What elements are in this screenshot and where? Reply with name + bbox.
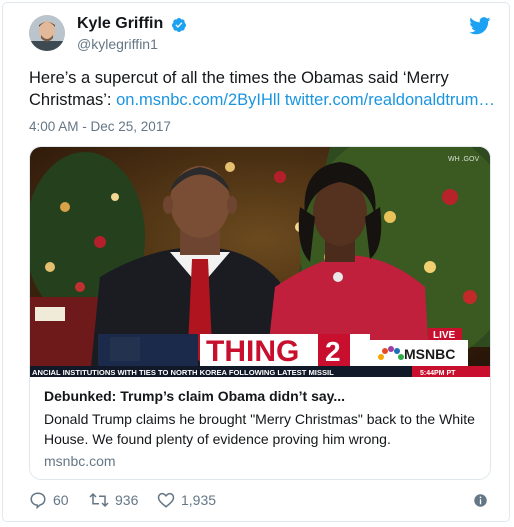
reply-count: 60 (53, 492, 69, 508)
info-icon[interactable] (473, 493, 488, 508)
user-handle[interactable]: @kylegriffin1 (77, 36, 158, 52)
live-badge: LIVE (433, 330, 456, 341)
retweet-button[interactable]: 936 (89, 491, 138, 509)
tweet-text: Here’s a supercut of all the times the O… (29, 67, 495, 111)
tweet-timestamp[interactable]: 4:00 AM - Dec 25, 2017 (29, 119, 171, 134)
tweet-link-msnbc[interactable]: on.msnbc.com/2ByIHll (116, 91, 280, 109)
card-title[interactable]: Debunked: Trump’s claim Obama didn’t say… (44, 388, 345, 404)
card-description: Donald Trump claims he brought "Merry Ch… (44, 411, 475, 447)
chyron-number: 2 (325, 336, 341, 367)
like-count: 1,935 (181, 492, 217, 508)
tweet-card: Kyle Griffin @kylegriffin1 Here’s a supe… (2, 2, 510, 522)
network-logo: MSNBC (404, 346, 455, 362)
verified-badge-icon (171, 18, 186, 32)
reply-button[interactable]: 60 (29, 491, 69, 509)
retweet-icon (89, 492, 109, 508)
twitter-bird-icon[interactable] (469, 17, 491, 35)
reply-icon (30, 492, 46, 509)
avatar[interactable] (29, 15, 65, 51)
like-icon (157, 492, 175, 508)
wh-gov-watermark: WH .GOV (448, 156, 479, 163)
card-domain: msnbc.com (44, 453, 116, 469)
user-name[interactable]: Kyle Griffin (77, 15, 163, 33)
ticker-time: 5:44PM PT (420, 370, 456, 377)
tweet-link-twitter[interactable]: twitter.com/realdonaldtrum… (285, 91, 495, 109)
chyron-segment: THING (206, 335, 299, 368)
link-card[interactable]: WH .GOV THING 2 LIVE MSNBC ANCIAL INSTIT… (29, 146, 491, 480)
retweet-count: 936 (115, 492, 139, 508)
news-ticker: ANCIAL INSTITUTIONS WITH TIES TO NORTH K… (32, 368, 334, 377)
card-media-image[interactable]: WH .GOV THING 2 LIVE MSNBC ANCIAL INSTIT… (30, 147, 490, 377)
like-button[interactable]: 1,935 (157, 491, 216, 509)
